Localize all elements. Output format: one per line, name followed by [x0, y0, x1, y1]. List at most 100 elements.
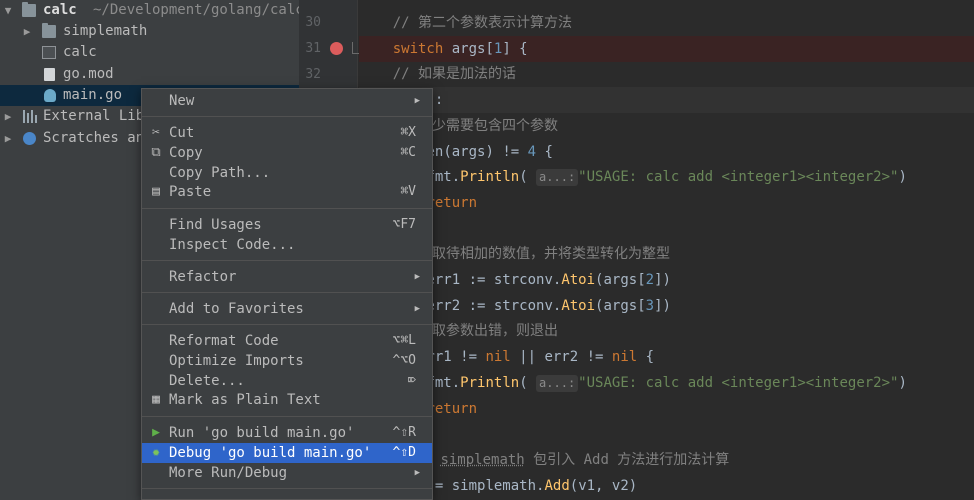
menu-item-debug[interactable]: ✹ Debug 'go build main.go' ^⇧D — [142, 443, 432, 463]
menu-separator — [142, 292, 432, 293]
menu-item-reformat-code[interactable]: Reformat Code ⌥⌘L — [142, 331, 432, 351]
code-line[interactable]: v1, err1 := strconv.Atoi(args[2]) — [359, 267, 974, 293]
code-line[interactable]: switch args[1] { — [359, 35, 974, 62]
code-line[interactable]: // 获取参数出错，则退出 — [359, 318, 974, 344]
menu-item-shortcut: ^⇧R — [392, 425, 416, 440]
code-token: 3 — [645, 297, 655, 314]
tree-item-calc-binary[interactable]: calc — [0, 42, 299, 63]
code-line[interactable]: // 如果是加法的话 — [359, 61, 974, 87]
code-token: 4 — [527, 143, 537, 160]
code-line[interactable]: fmt.Println( a...: "USAGE: calc add <inte… — [359, 370, 974, 396]
code-token: ) — [898, 169, 907, 186]
code-line[interactable]: // 至少需要包含四个参数 — [359, 113, 974, 139]
code-line[interactable]: "add": — [359, 87, 974, 114]
menu-item-label: Optimize Imports — [169, 353, 304, 369]
line-number: 31 — [305, 41, 321, 56]
clipboard-icon: ▤ — [152, 184, 160, 199]
menu-item-cut[interactable]: ✂ Cut ⌘X — [142, 123, 432, 143]
code-token: nil — [611, 349, 638, 366]
code-token: Add — [544, 477, 570, 494]
menu-item-label: Reformat Code — [169, 333, 279, 349]
menu-item-inspect-code[interactable]: Inspect Code... — [142, 235, 432, 255]
menu-item-new[interactable]: New ▶ — [142, 91, 432, 111]
code-token: ( — [519, 374, 537, 391]
tree-item-go-mod[interactable]: go.mod — [0, 64, 299, 85]
code-line[interactable]: return — [359, 190, 974, 216]
menu-separator — [142, 208, 432, 209]
code-token: 包引入 Add 方法进行加法计算 — [524, 451, 730, 468]
code-token: (args[ — [595, 272, 646, 288]
line-number: 30 — [305, 15, 321, 30]
menu-item-refactor[interactable]: Refactor ▶ — [142, 267, 432, 287]
library-icon — [22, 110, 37, 123]
code-token: "USAGE: calc add <integer1><integer2>" — [578, 169, 899, 186]
folder-icon — [22, 2, 36, 17]
menu-item-shortcut: ⌥⌘L — [392, 333, 416, 348]
menu-separator — [142, 324, 432, 325]
code-line[interactable]: ret := simplemath.Add(v1, v2) — [359, 473, 974, 499]
code-token: args[ — [443, 40, 494, 57]
tree-item-label: calc — [63, 44, 97, 60]
code-token: Println — [460, 374, 520, 391]
menu-item-more-run-debug[interactable]: More Run/Debug ▶ — [142, 463, 432, 483]
code-line[interactable]: // 获取待相加的数值，并将类型转化为整型 — [359, 241, 974, 267]
menu-item-shortcut: ^⇧D — [392, 445, 416, 460]
menu-item-label: Copy Path... — [169, 165, 271, 181]
submenu-arrow-icon: ▶ — [414, 96, 420, 106]
code-token: // 获取待相加的数值，并将类型转化为整型 — [392, 246, 671, 263]
code-token: (v1, v2) — [569, 477, 638, 494]
menu-item-label: Refactor — [169, 269, 237, 285]
code-token: . — [451, 374, 461, 391]
tree-item-label: External Lib — [43, 108, 145, 124]
menu-item-mark-plain-text[interactable]: ▦ Mark as Plain Text — [142, 390, 432, 410]
code-line[interactable]: // 第二个参数表示计算方法 — [359, 10, 974, 36]
code-token: strconv — [493, 297, 553, 314]
code-token: return — [426, 194, 478, 211]
menu-item-run[interactable]: ▶ Run 'go build main.go' ^⇧R — [142, 423, 432, 443]
go-file-icon — [44, 89, 56, 102]
menu-item-optimize-imports[interactable]: Optimize Imports ^⌥O — [142, 351, 432, 371]
code-line[interactable]: // 从 simplemath 包引入 Add 方法进行加法计算 — [359, 447, 974, 473]
submenu-arrow-icon: ▶ — [414, 304, 420, 314]
chevron-right-icon[interactable]: ▶ — [2, 106, 14, 127]
code-token: ) — [898, 374, 907, 391]
menu-item-label: Delete... — [169, 373, 245, 389]
code-token: { — [637, 349, 655, 366]
menu-item-add-to-favorites[interactable]: Add to Favorites ▶ — [142, 299, 432, 319]
code-token: strconv — [493, 272, 553, 288]
code-line[interactable]: v2, err2 := strconv.Atoi(args[3]) — [359, 293, 974, 319]
menu-item-paste[interactable]: ▤ Paste ⌘V — [142, 182, 432, 202]
code-token: . — [451, 169, 461, 186]
code-line[interactable]: } — [359, 216, 974, 242]
chevron-right-icon[interactable]: ▶ — [2, 128, 14, 149]
code-line[interactable]: } — [359, 421, 974, 447]
code-line[interactable]: return — [359, 396, 974, 422]
tree-item-simplemath[interactable]: ▶ simplemath — [0, 21, 299, 42]
chevron-down-icon[interactable]: ▼ — [2, 0, 14, 21]
executable-file-icon — [42, 46, 56, 59]
menu-item-label: Mark as Plain Text — [169, 392, 321, 408]
breakpoint-icon[interactable] — [330, 42, 343, 55]
submenu-arrow-icon: ▶ — [414, 468, 420, 478]
tree-item-label: main.go — [63, 87, 123, 103]
menu-item-shortcut: ^⌥O — [392, 353, 416, 368]
code-line[interactable]: fmt.Println( a...: "USAGE: calc add <inte… — [359, 164, 974, 190]
code-line[interactable]: if err1 != nil || err2 != nil { — [359, 344, 974, 370]
menu-separator — [142, 260, 432, 261]
tree-root-calc[interactable]: ▼ calc ~/Development/golang/calc — [0, 0, 299, 21]
menu-item-delete[interactable]: Delete... ⌦ — [142, 371, 432, 391]
menu-item-label: Debug 'go build main.go' — [169, 445, 372, 461]
code-token: switch — [392, 40, 444, 57]
chevron-right-icon[interactable]: ▶ — [21, 21, 33, 42]
scissors-icon: ✂ — [152, 125, 160, 140]
menu-item-find-usages[interactable]: Find Usages ⌥F7 — [142, 215, 432, 235]
menu-item-label: Inspect Code... — [169, 237, 296, 253]
code-line[interactable]: if len(args) != 4 { — [359, 139, 974, 165]
tree-item-label: go.mod — [63, 66, 114, 82]
menu-item-shortcut: ⌘X — [400, 125, 416, 140]
menu-item-shortcut: ⌘C — [400, 145, 416, 160]
menu-item-copy-path[interactable]: Copy Path... — [142, 163, 432, 183]
menu-item-copy[interactable]: ⧉ Copy ⌘C — [142, 143, 432, 163]
